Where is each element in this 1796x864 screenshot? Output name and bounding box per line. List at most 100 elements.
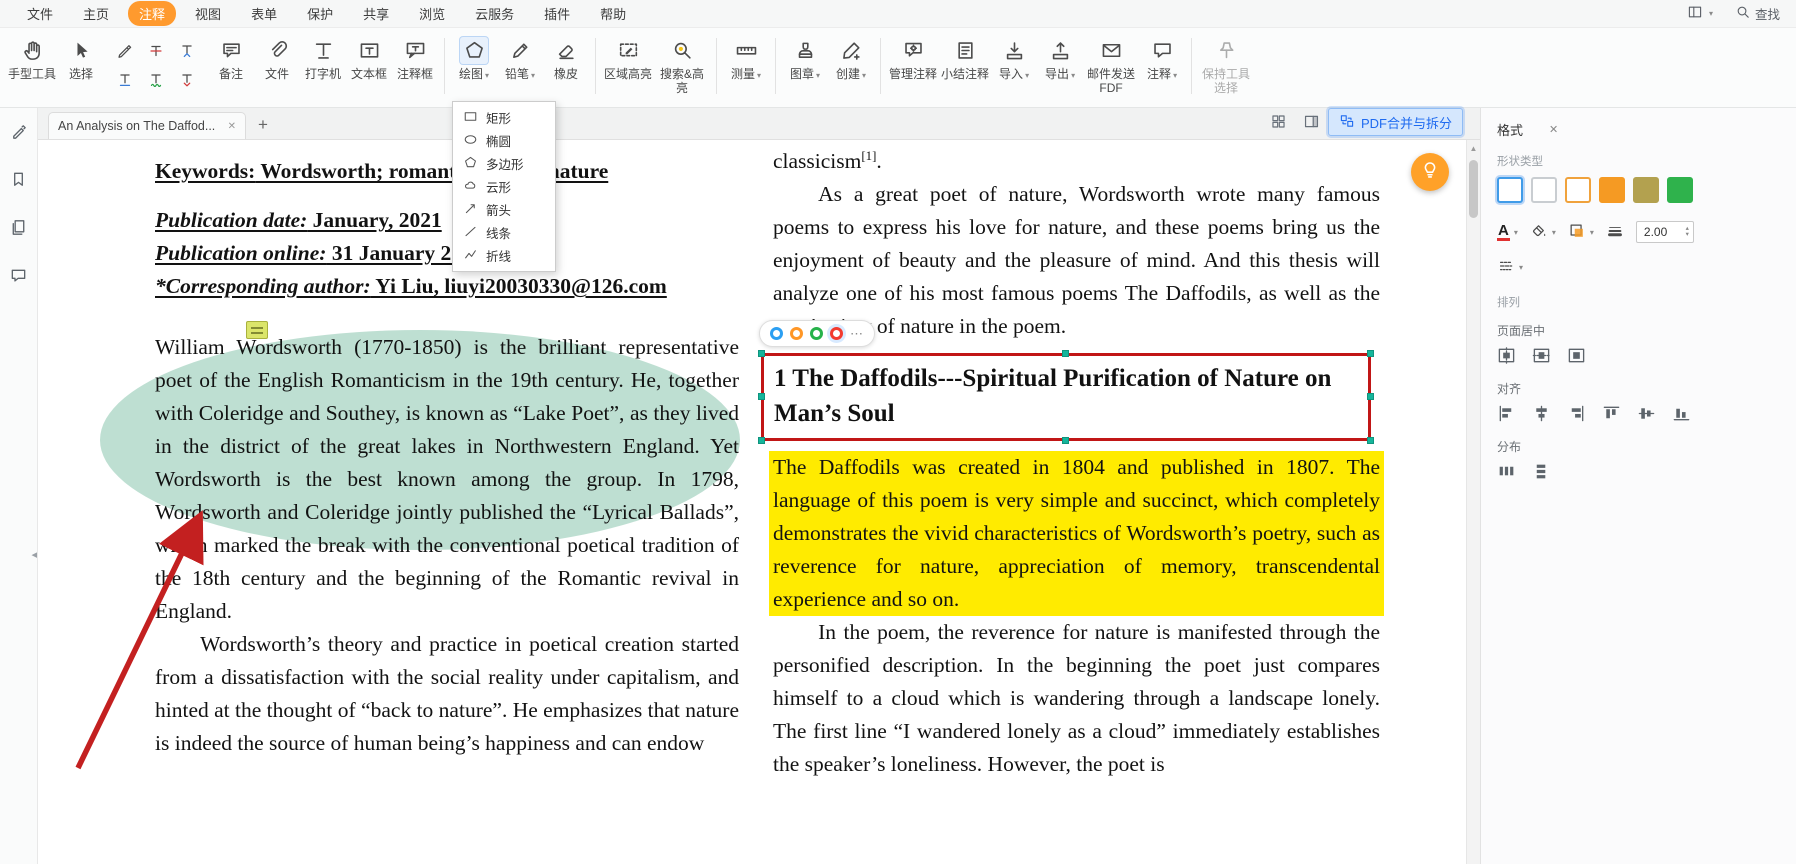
- shape-type-swatch-6[interactable]: [1667, 177, 1693, 203]
- new-tab-button[interactable]: +: [258, 115, 268, 135]
- tool-管理注释[interactable]: 管理注释: [887, 34, 939, 84]
- selection-handle[interactable]: [758, 350, 765, 357]
- tool-打字机[interactable]: 打字机: [300, 34, 346, 84]
- shape-type-swatch-3[interactable]: [1565, 177, 1591, 203]
- draw-menu-item-云形[interactable]: 云形: [453, 175, 555, 198]
- pdf-merge-split-button[interactable]: PDF合并与拆分: [1328, 108, 1463, 136]
- tool-注释框[interactable]: 注释框: [392, 34, 438, 84]
- shape-type-swatch-5[interactable]: [1633, 177, 1659, 203]
- align-middle-button[interactable]: [1637, 404, 1656, 426]
- grid-view-icon[interactable]: [1270, 113, 1287, 135]
- dash-style-button[interactable]: ▾: [1497, 257, 1780, 278]
- assistant-lightbulb-button[interactable]: [1411, 153, 1449, 191]
- menu-视图[interactable]: 视图: [184, 1, 232, 26]
- color-swatch[interactable]: [770, 327, 783, 340]
- shape-style-button[interactable]: ▾: [1568, 222, 1594, 243]
- tool-搜索&高亮[interactable]: 搜索&高亮: [654, 34, 710, 98]
- collapse-panel-button[interactable]: ◂: [31, 548, 37, 561]
- draw-menu-item-多边形[interactable]: 多边形: [453, 152, 555, 175]
- line-weight-button[interactable]: [1606, 222, 1624, 243]
- section-heading-box[interactable]: 1 The Daffodils---Spiritual Purification…: [761, 353, 1371, 441]
- color-swatch[interactable]: [830, 327, 843, 340]
- draw-menu-item-线条[interactable]: 线条: [453, 221, 555, 244]
- distribute-vertical-button[interactable]: [1532, 462, 1551, 484]
- draw-menu-item-箭头[interactable]: 箭头: [453, 198, 555, 221]
- align-right-button[interactable]: [1567, 404, 1586, 426]
- format-panel-close-icon[interactable]: ✕: [1549, 123, 1558, 136]
- tool-绘图[interactable]: 绘图▾: [451, 34, 497, 86]
- font-color-button[interactable]: A▾: [1497, 223, 1518, 241]
- menu-表单[interactable]: 表单: [240, 1, 288, 26]
- tool-文本框[interactable]: 文本框: [346, 34, 392, 84]
- draw-menu-item-矩形[interactable]: 矩形: [453, 106, 555, 129]
- rail-rail-pen-button[interactable]: [9, 122, 28, 146]
- shape-type-swatch-2[interactable]: [1531, 177, 1557, 203]
- rail-pages-button[interactable]: [9, 218, 28, 242]
- tool-pen-button[interactable]: [112, 38, 138, 63]
- selection-handle[interactable]: [1062, 350, 1069, 357]
- tool-图章[interactable]: 图章▾: [782, 34, 828, 86]
- tool-橡皮[interactable]: 橡皮: [543, 34, 589, 84]
- rail-bookmark-button[interactable]: [9, 170, 28, 194]
- panel-toggle-icon[interactable]: [1303, 113, 1320, 135]
- fill-color-button[interactable]: ▾: [1530, 222, 1556, 243]
- find-button[interactable]: 查找: [1735, 4, 1780, 23]
- selection-handle[interactable]: [1367, 437, 1374, 444]
- spinner-icon[interactable]: ▴▾: [1686, 226, 1689, 239]
- tool-手型工具[interactable]: 手型工具: [6, 34, 58, 84]
- menu-插件[interactable]: 插件: [533, 1, 581, 26]
- tool-测量[interactable]: 测量▾: [723, 34, 769, 86]
- selection-handle[interactable]: [758, 393, 765, 400]
- tool-文件[interactable]: 文件: [254, 34, 300, 84]
- align-bottom-button[interactable]: [1672, 404, 1691, 426]
- menu-注释[interactable]: 注释: [128, 1, 176, 26]
- menu-文件[interactable]: 文件: [16, 1, 64, 26]
- menu-浏览[interactable]: 浏览: [408, 1, 456, 26]
- align-top-button[interactable]: [1602, 404, 1621, 426]
- tool-铅笔[interactable]: 铅笔▾: [497, 34, 543, 86]
- tool-注释[interactable]: 注释▾: [1139, 34, 1185, 86]
- tool-保持工具选择[interactable]: 保持工具选择: [1198, 34, 1254, 98]
- center-horizontal-button[interactable]: [1497, 346, 1516, 368]
- align-left-button[interactable]: [1497, 404, 1516, 426]
- tool-小结注释[interactable]: 小结注释: [939, 34, 991, 84]
- shape-type-swatch-1[interactable]: [1497, 177, 1523, 203]
- line-width-input[interactable]: 2.00▴▾: [1636, 221, 1694, 243]
- tool-t-squiggly-button[interactable]: [143, 67, 169, 92]
- align-center-h-button[interactable]: [1532, 404, 1551, 426]
- tool-导入[interactable]: 导入▾: [991, 34, 1037, 86]
- tool-选择[interactable]: 选择: [58, 34, 104, 84]
- center-vertical-button[interactable]: [1532, 346, 1551, 368]
- document-canvas[interactable]: Keywords: Wordsworth; romantic view of n…: [38, 140, 1480, 864]
- draw-menu-item-折线[interactable]: 折线: [453, 244, 555, 267]
- color-swatch[interactable]: [810, 327, 823, 340]
- tool-t-underline-button[interactable]: [112, 67, 138, 92]
- menu-帮助[interactable]: 帮助: [589, 1, 637, 26]
- vertical-scrollbar[interactable]: ▲: [1466, 140, 1480, 864]
- draw-menu-item-椭圆[interactable]: 椭圆: [453, 129, 555, 152]
- tool-t-strike-button[interactable]: [143, 38, 169, 63]
- tool-邮件发送FDF[interactable]: 邮件发送FDF: [1083, 34, 1139, 98]
- selection-handle[interactable]: [1367, 393, 1374, 400]
- rail-chat-button[interactable]: [9, 266, 28, 290]
- selected-rect-annotation[interactable]: ⋯1 The Daffodils---Spiritual Purificatio…: [761, 353, 1371, 441]
- scroll-up-arrow[interactable]: ▲: [1467, 140, 1480, 153]
- tab-close-icon[interactable]: ✕: [228, 121, 236, 132]
- tool-备注[interactable]: 备注: [208, 34, 254, 84]
- tool-区域高亮[interactable]: 区域高亮: [602, 34, 654, 84]
- tool-t-caret-button[interactable]: [174, 38, 200, 63]
- tool-t-replace-button[interactable]: [174, 67, 200, 92]
- more-options-icon[interactable]: ⋯: [850, 329, 864, 339]
- shape-type-swatch-4[interactable]: [1599, 177, 1625, 203]
- sticky-note-icon[interactable]: [246, 321, 268, 339]
- tool-创建[interactable]: 创建▾: [828, 34, 874, 86]
- selection-handle[interactable]: [1062, 437, 1069, 444]
- menu-主页[interactable]: 主页: [72, 1, 120, 26]
- center-page-button[interactable]: [1567, 346, 1586, 368]
- menu-保护[interactable]: 保护: [296, 1, 344, 26]
- scrollbar-thumb[interactable]: [1469, 160, 1478, 218]
- menu-共享[interactable]: 共享: [352, 1, 400, 26]
- color-swatch[interactable]: [790, 327, 803, 340]
- menu-云服务[interactable]: 云服务: [464, 1, 525, 26]
- distribute-horizontal-button[interactable]: [1497, 462, 1516, 484]
